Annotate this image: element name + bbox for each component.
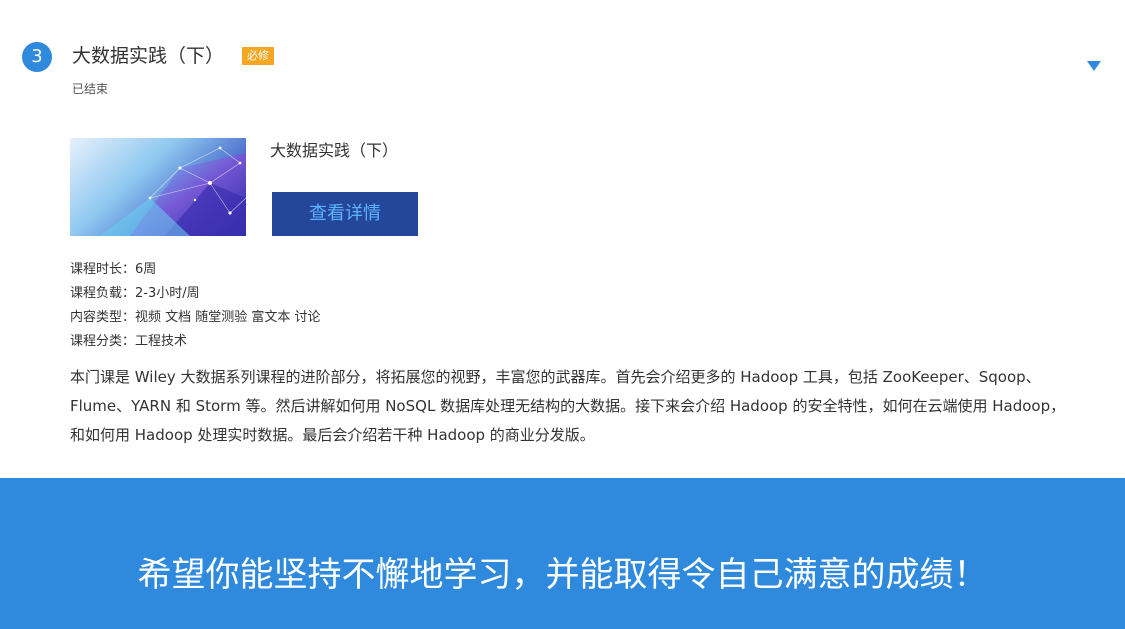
course-description: 本门课是 Wiley 大数据系列课程的进阶部分，将拓展您的视野，丰富您的武器库。… — [70, 368, 1066, 444]
course-thumbnail-image — [70, 138, 246, 236]
course-meta-list: 课程时长：6周 课程负载：2-3小时/周 内容类型：视频 文档 随堂测验 富文本… — [70, 258, 321, 354]
course-title: 大数据实践（下） — [72, 45, 225, 67]
view-details-button[interactable]: 查看详情 — [272, 192, 418, 236]
course-category: 课程分类：工程技术 — [70, 334, 188, 349]
course-content-types: 内容类型：视频 文档 随堂测验 富文本 讨论 — [70, 310, 321, 325]
step-number-badge: 3 — [22, 42, 52, 72]
course-status: 已结束 — [72, 82, 109, 96]
footer-banner: 希望你能坚持不懈地学习，并能取得令自己满意的成绩！ — [0, 478, 1125, 629]
course-workload: 课程负载：2-3小时/周 — [70, 286, 200, 301]
course-card: 3 大数据实践（下） 必修 已结束 大数据实践（下） 查看详情 课程时长：6周 … — [0, 0, 1125, 478]
course-duration: 课程时长：6周 — [70, 262, 157, 277]
required-tag: 必修 — [242, 47, 274, 65]
triangle-down-icon[interactable] — [1083, 58, 1105, 76]
course-detail-title: 大数据实践（下） — [270, 141, 399, 160]
footer-message: 希望你能坚持不懈地学习，并能取得令自己满意的成绩！ — [137, 555, 988, 595]
